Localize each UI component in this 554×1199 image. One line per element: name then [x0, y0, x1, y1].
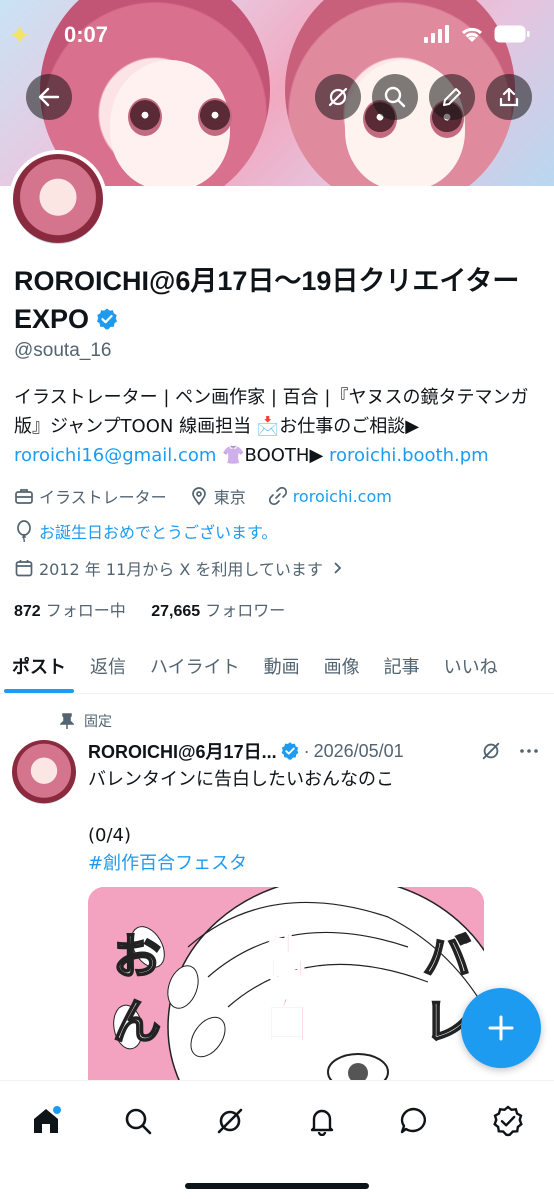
plus-icon: [488, 1015, 514, 1041]
verified-badge-icon[interactable]: [95, 303, 119, 341]
image-char-o: お: [112, 928, 162, 986]
balloon-icon: [17, 520, 31, 542]
bio-text: イラストレーター | ペン画作家 | 百合 |『ヤヌスの鏡タテマンガ版』ジャンプ…: [14, 387, 529, 437]
link-icon: [268, 486, 287, 506]
post-header: ROROICHI@6月17日... · 2026/05/01: [88, 738, 548, 764]
banner-eye: [128, 98, 162, 136]
location-item: 東京: [189, 484, 246, 508]
signal-icon: [424, 25, 449, 43]
image-char-koku: 告: [262, 928, 312, 986]
category-text: イラストレーター: [39, 488, 167, 507]
website-item[interactable]: roroichi.com: [268, 486, 392, 506]
nav-messages[interactable]: [394, 1101, 434, 1141]
birthday-text[interactable]: お誕生日おめでとうございます。: [39, 519, 277, 543]
bottom-nav: [0, 1080, 554, 1199]
following-count: 872: [14, 603, 41, 620]
nav-grok[interactable]: [210, 1101, 250, 1141]
profile-meta: イラストレーター 東京 roroichi.com: [14, 484, 414, 508]
followers-label: フォロワー: [205, 601, 286, 620]
nav-home[interactable]: [26, 1101, 66, 1141]
grok-icon: [217, 1108, 243, 1134]
search-button[interactable]: [372, 74, 418, 120]
tab-likes[interactable]: いいね: [432, 640, 510, 692]
status-bar: 0:07: [0, 0, 554, 70]
compose-button[interactable]: [461, 988, 541, 1068]
post-author-name[interactable]: ROROICHI@6月17日...: [88, 738, 277, 764]
grok-button[interactable]: [315, 74, 361, 120]
bell-icon: [310, 1109, 334, 1136]
followers-link[interactable]: 27,665 フォロワー: [151, 601, 285, 620]
verified-badge-icon: [281, 742, 298, 760]
status-time: 0:07: [64, 22, 109, 47]
nav-premium[interactable]: [488, 1101, 528, 1141]
follow-counts: 872 フォロー中 27,665 フォロワー: [14, 597, 285, 621]
wifi-icon: [461, 27, 483, 42]
back-arrow-icon: [38, 87, 60, 107]
post-image[interactable]: お ん 告 白 バ レ: [88, 887, 484, 1087]
post-date-sep: ·: [303, 740, 310, 761]
search-icon: [125, 1108, 152, 1135]
calendar-icon: [15, 560, 33, 577]
chat-bubble-icon: [400, 1107, 426, 1134]
grok-icon: [328, 87, 348, 107]
post-text-line: バレンタインに告白したいおんなのこ: [88, 769, 394, 790]
pin-icon: [60, 713, 74, 729]
search-icon: [384, 86, 406, 108]
followers-count: 27,665: [151, 603, 201, 620]
profile-bio: イラストレーター | ペン画作家 | 百合 |『ヤヌスの鏡タテマンガ版』ジャンプ…: [14, 383, 544, 470]
system-icons: [424, 25, 530, 43]
joined-row[interactable]: 2012 年 11月から X を利用しています: [14, 556, 350, 580]
home-indicator: [185, 1183, 369, 1189]
banner-eye: [198, 98, 232, 136]
image-char-haku: 白: [262, 993, 312, 1051]
post-body: バレンタインに告白したいおんなのこ (0/4) #創作百合フェスタ: [88, 766, 538, 878]
tab-videos[interactable]: 動画: [252, 640, 312, 692]
profile-handle: @souta_16: [14, 340, 112, 361]
post-author-avatar[interactable]: [12, 740, 76, 804]
share-icon: [499, 87, 519, 107]
nav-notifications[interactable]: [302, 1101, 342, 1141]
tab-replies[interactable]: 返信: [78, 640, 138, 692]
birthday-row: お誕生日おめでとうございます。: [14, 519, 277, 543]
post-text-line: (0/4): [88, 825, 132, 846]
image-char-ba: バ: [422, 928, 472, 986]
following-link[interactable]: 872 フォロー中: [14, 601, 126, 620]
profile-tabs: ポスト 返信 ハイライト 動画 画像 記事 いいね: [0, 640, 554, 694]
more-options-icon[interactable]: [518, 740, 540, 762]
bio-booth-label: 👚BOOTH▶: [216, 445, 330, 466]
tab-posts[interactable]: ポスト: [0, 640, 78, 693]
bio-email-link[interactable]: roroichi16@gmail.com: [14, 445, 216, 466]
home-icon: [34, 1106, 61, 1133]
edit-button[interactable]: [429, 74, 475, 120]
verified-badge-outline-icon: [493, 1105, 523, 1137]
image-char-n: ん: [112, 993, 162, 1051]
display-name-text: ROROICHI@6月17日〜19日クリエイターEXPO: [14, 266, 520, 334]
post-date[interactable]: 2026/05/01: [314, 741, 404, 762]
pinned-label: 固定: [60, 711, 112, 731]
bio-booth-link[interactable]: roroichi.booth.pm: [329, 445, 489, 466]
chevron-right-icon: [334, 562, 342, 574]
tab-highlights[interactable]: ハイライト: [138, 640, 252, 692]
grok-icon[interactable]: [480, 740, 502, 762]
location-text: 東京: [213, 488, 246, 507]
pencil-icon: [443, 88, 461, 106]
location-pin-icon: [191, 487, 206, 506]
profile-name: ROROICHI@6月17日〜19日クリエイターEXPO: [14, 262, 534, 341]
category-item: イラストレーター: [14, 484, 167, 508]
briefcase-icon: [15, 489, 33, 504]
profile-avatar[interactable]: [9, 150, 107, 248]
following-label: フォロー中: [45, 601, 126, 620]
tab-articles[interactable]: 記事: [372, 640, 432, 692]
battery-icon: [494, 25, 530, 43]
pinned-text: 固定: [84, 714, 112, 730]
website-link[interactable]: roroichi.com: [293, 487, 392, 506]
share-button[interactable]: [486, 74, 532, 120]
post-hashtag[interactable]: #創作百合フェスタ: [88, 850, 538, 878]
nav-explore[interactable]: [118, 1101, 158, 1141]
joined-text: 2012 年 11月から X を利用しています: [39, 560, 323, 579]
back-button[interactable]: [26, 74, 72, 120]
tab-images[interactable]: 画像: [312, 640, 372, 692]
